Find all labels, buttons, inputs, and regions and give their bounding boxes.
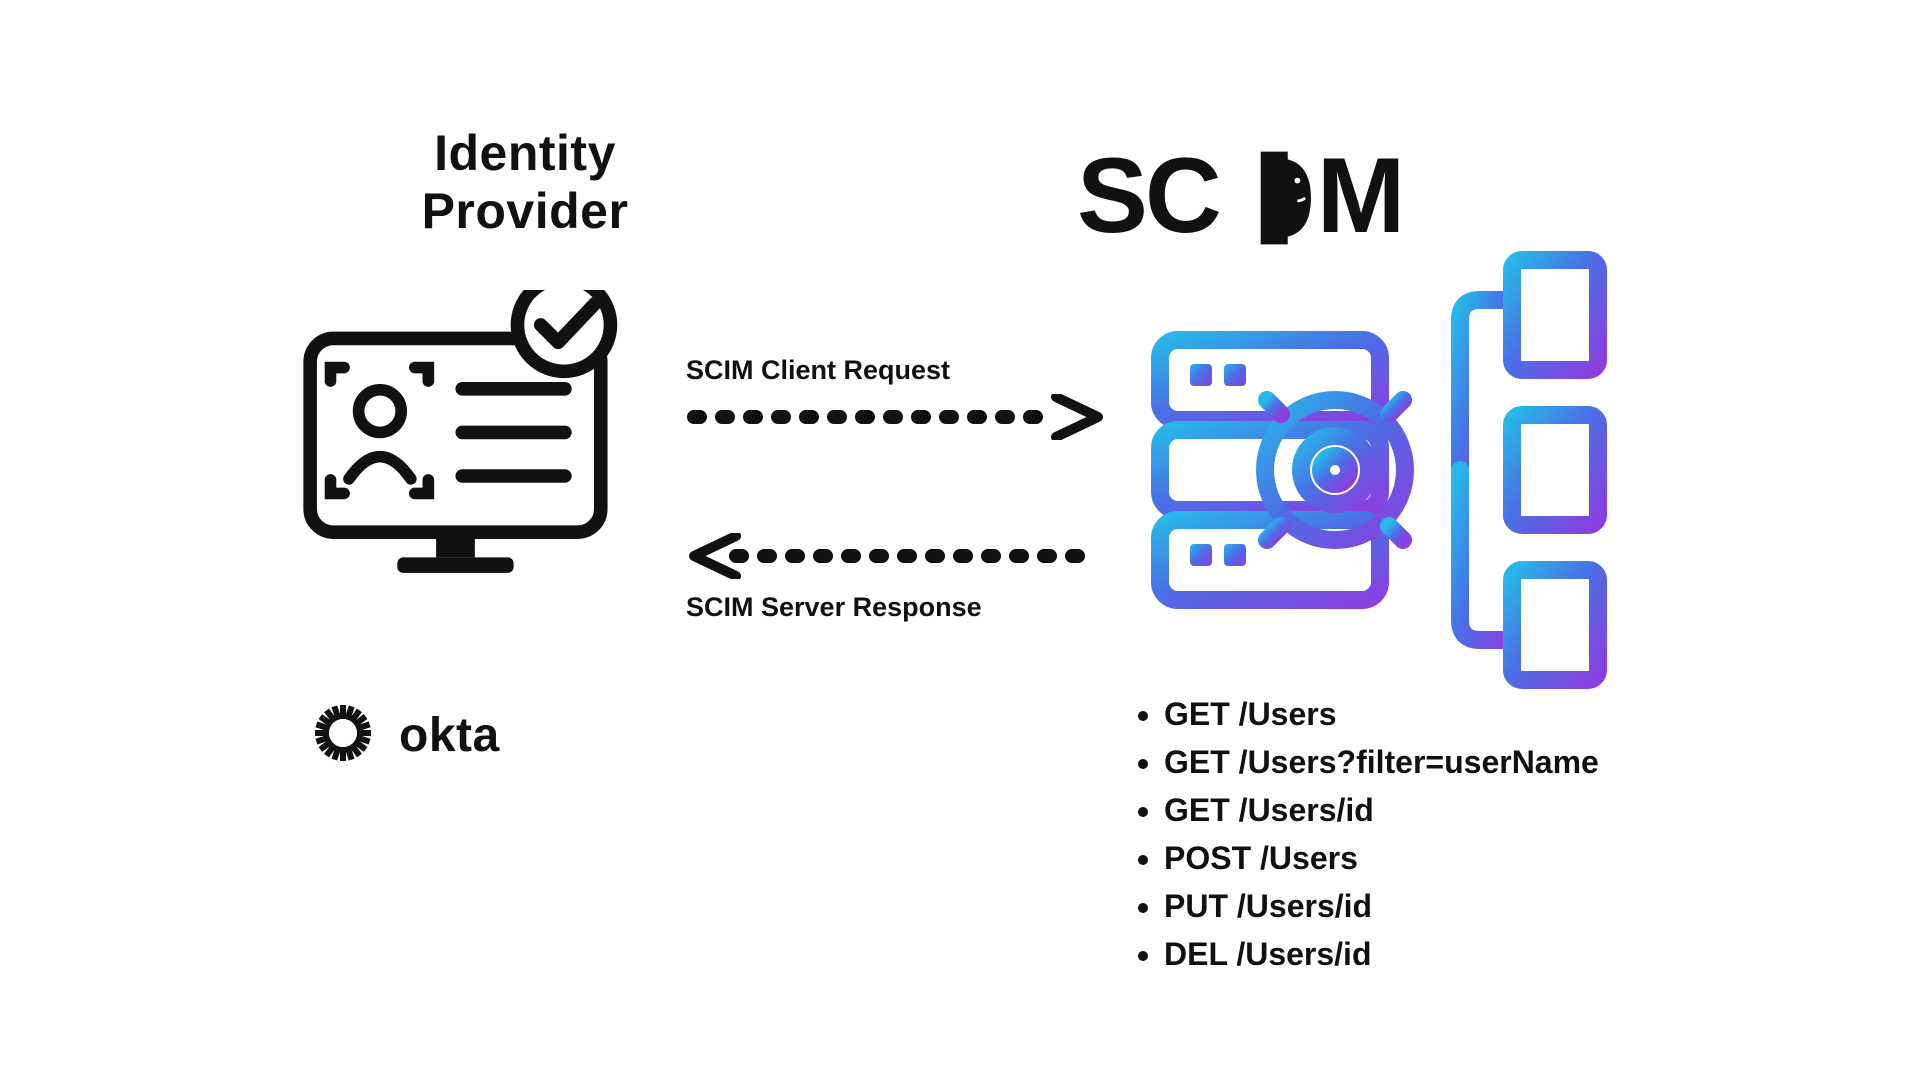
diagram-canvas: Identity Provider bbox=[0, 0, 1920, 1080]
request-arrow-label: SCIM Client Request bbox=[686, 355, 1106, 386]
identity-provider-title: Identity Provider bbox=[335, 125, 715, 240]
endpoint-item: GET /Users bbox=[1164, 690, 1599, 738]
okta-brand: okta bbox=[315, 705, 605, 765]
response-arrow-icon bbox=[686, 533, 1106, 579]
endpoint-item: PUT /Users/id bbox=[1164, 882, 1599, 930]
endpoint-item: DEL /Users/id bbox=[1164, 930, 1599, 978]
okta-wordmark: okta bbox=[399, 708, 500, 763]
request-arrow-icon bbox=[686, 394, 1106, 440]
arrow-block: SCIM Client Request SCIM Server Response bbox=[686, 355, 1106, 623]
scim-server-icon bbox=[1140, 240, 1610, 690]
endpoint-item: GET /Users/id bbox=[1164, 786, 1599, 834]
endpoint-item: GET /Users?filter=userName bbox=[1164, 738, 1599, 786]
identity-provider-icon bbox=[295, 290, 645, 600]
scim-endpoints-list: GET /Users GET /Users?filter=userName GE… bbox=[1128, 690, 1599, 978]
response-arrow-label: SCIM Server Response bbox=[686, 592, 1106, 623]
svg-text:SC: SC bbox=[1077, 140, 1219, 255]
svg-text:M: M bbox=[1317, 140, 1404, 255]
endpoint-item: POST /Users bbox=[1164, 834, 1599, 882]
okta-sunburst-icon bbox=[315, 705, 371, 766]
